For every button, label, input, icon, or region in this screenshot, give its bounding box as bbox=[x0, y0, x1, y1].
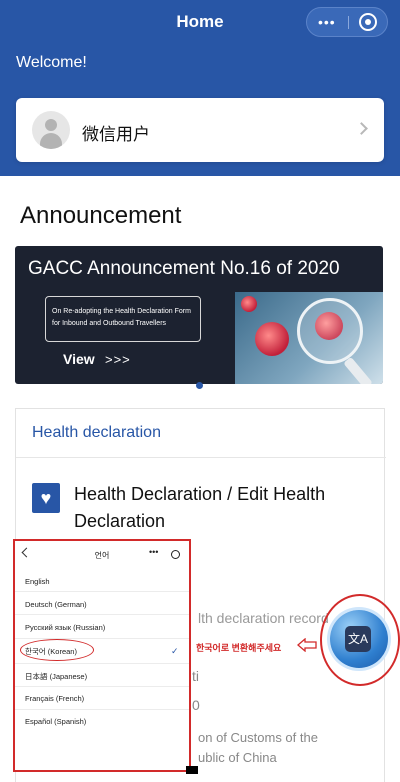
virus-icon bbox=[255, 322, 289, 356]
user-name: 微信用户 bbox=[82, 125, 150, 144]
language-selection-panel: 언어 ••• English Deutsch (German) Русский … bbox=[13, 539, 191, 772]
language-option[interactable]: Deutsch (German) bbox=[25, 600, 87, 609]
avatar-head-icon bbox=[45, 119, 57, 131]
language-panel-title: 언어 bbox=[94, 551, 110, 560]
more-icon[interactable]: ••• bbox=[149, 547, 158, 557]
capsule-divider bbox=[348, 16, 349, 29]
language-panel-header: 언어 ••• bbox=[15, 541, 189, 569]
declaration-records-text[interactable]: lth declaration record bbox=[198, 610, 329, 626]
covered-number-fragment: 0 bbox=[192, 697, 200, 713]
banner-view-link[interactable]: View bbox=[63, 351, 95, 367]
corner-marker bbox=[186, 766, 198, 774]
banner-arrows-icon: >>> bbox=[105, 352, 131, 367]
divider bbox=[16, 457, 386, 458]
mini-program-capsule[interactable]: ••• bbox=[306, 7, 388, 37]
top-bar: Home ••• bbox=[0, 0, 400, 46]
announcement-banner[interactable]: GACC Announcement No.16 of 2020 On Re-ad… bbox=[15, 246, 383, 384]
virus-icon bbox=[241, 296, 257, 312]
annotation-circle bbox=[20, 639, 94, 661]
user-profile-card[interactable]: 微信用户 bbox=[16, 98, 384, 162]
welcome-text: Welcome! bbox=[16, 54, 87, 71]
banner-title: GACC Announcement No.16 of 2020 bbox=[28, 258, 340, 279]
language-option[interactable]: Español (Spanish) bbox=[25, 717, 86, 726]
divider bbox=[15, 638, 189, 639]
banner-caption-box: On Re-adopting the Health Declaration Fo… bbox=[45, 296, 201, 342]
avatar-body-icon bbox=[40, 133, 62, 149]
checkmark-icon: ✓ bbox=[171, 646, 179, 656]
divider bbox=[15, 686, 189, 687]
divider bbox=[15, 614, 189, 615]
language-option[interactable]: English bbox=[25, 577, 50, 586]
divider bbox=[15, 591, 189, 592]
customs-text-line-2: ublic of China bbox=[198, 750, 277, 765]
language-option[interactable]: Русский язык (Russian) bbox=[25, 623, 105, 632]
language-option[interactable]: 日本語 (Japanese) bbox=[25, 671, 87, 682]
translate-button[interactable]: 文A bbox=[330, 610, 388, 668]
divider bbox=[15, 709, 189, 710]
magnifier-handle-icon bbox=[343, 356, 373, 384]
health-declaration-header: Health declaration bbox=[32, 424, 161, 441]
translate-icon: 文A bbox=[345, 626, 371, 652]
close-target-icon[interactable] bbox=[359, 13, 377, 31]
magnifier-lens-icon bbox=[297, 298, 363, 364]
customs-text-line-1: on of Customs of the bbox=[198, 730, 318, 745]
divider bbox=[15, 663, 189, 664]
virus-magnifier-image bbox=[235, 292, 383, 384]
chevron-right-icon bbox=[355, 122, 368, 135]
more-icon[interactable]: ••• bbox=[318, 14, 336, 30]
health-declaration-link[interactable]: Health Declaration / Edit Health Declara… bbox=[74, 481, 374, 535]
announcement-title: Announcement bbox=[20, 202, 182, 229]
language-option[interactable]: Français (French) bbox=[25, 694, 84, 703]
annotation-note: 한국어로 변환해주세요 bbox=[196, 643, 282, 653]
carousel-indicator[interactable] bbox=[196, 382, 203, 389]
arrow-left-icon bbox=[297, 638, 317, 652]
heart-icon: ♥ bbox=[32, 483, 60, 513]
covered-text-fragment: ti bbox=[192, 668, 199, 684]
avatar bbox=[32, 111, 70, 149]
close-target-icon[interactable] bbox=[171, 550, 180, 559]
